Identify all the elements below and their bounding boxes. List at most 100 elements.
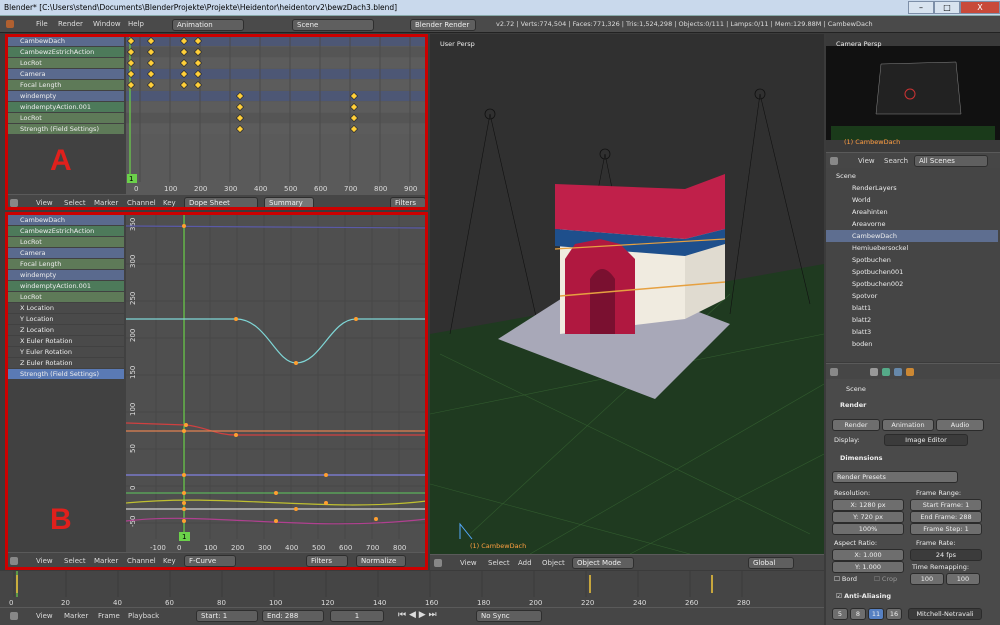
- playback-controls[interactable]: ⏮ ◀ ▶ ⏭: [398, 610, 437, 620]
- render-button[interactable]: Render: [832, 419, 880, 431]
- outliner-item[interactable]: boden: [826, 338, 998, 350]
- render-presets-select[interactable]: Render Presets: [832, 471, 958, 483]
- outliner-item[interactable]: Spotbuchen002: [826, 278, 998, 290]
- aspect-x-field[interactable]: X: 1.000: [832, 549, 904, 561]
- menu-file[interactable]: File: [36, 20, 48, 28]
- menu-frame[interactable]: Frame: [98, 612, 120, 620]
- timeline-tick-label: 200: [529, 599, 542, 607]
- anti-aliasing-section[interactable]: ☑ Anti-Aliasing: [836, 592, 891, 600]
- end-frame-field[interactable]: End: 288: [262, 610, 324, 622]
- world-tab-icon[interactable]: [894, 368, 902, 376]
- animation-button[interactable]: Animation: [882, 419, 934, 431]
- window-title: Blender* [C:\Users\stend\Documents\Blend…: [4, 3, 398, 12]
- aa-samples-16[interactable]: 16: [886, 608, 902, 620]
- outliner-item[interactable]: Scene: [826, 170, 998, 182]
- outliner-item[interactable]: Spotvor: [826, 290, 998, 302]
- maximize-icon: □: [943, 3, 951, 12]
- menu-object[interactable]: Object: [542, 559, 565, 567]
- menu-add[interactable]: Add: [518, 559, 532, 567]
- menu-playback[interactable]: Playback: [128, 612, 159, 620]
- outliner-item[interactable]: Hemiuebersockel: [826, 242, 998, 254]
- outliner-item[interactable]: CambewDach: [826, 230, 998, 242]
- border-checkbox[interactable]: ☐ Bord: [834, 575, 857, 583]
- timeline-tick-label: 220: [581, 599, 594, 607]
- frame-step-field[interactable]: Frame Step: 1: [910, 523, 982, 535]
- outliner-item[interactable]: blatt1: [826, 302, 998, 314]
- outliner-item[interactable]: blatt3: [826, 326, 998, 338]
- minimize-button[interactable]: –: [908, 1, 934, 14]
- menu-render[interactable]: Render: [58, 20, 83, 28]
- orientation-select[interactable]: Global: [748, 557, 794, 569]
- crop-checkbox[interactable]: ☐ Crop: [874, 575, 897, 583]
- render-engine-select[interactable]: Blender Render: [410, 19, 476, 31]
- close-button[interactable]: X: [960, 1, 1000, 14]
- editor-type-icon[interactable]: [434, 559, 442, 567]
- outliner-view-menu[interactable]: View: [858, 157, 875, 165]
- outliner-item[interactable]: Spotbuchen: [826, 254, 998, 266]
- status-stats: v2.72 | Verts:774,504 | Faces:771,326 | …: [496, 20, 873, 28]
- dimensions-section-title[interactable]: Dimensions: [840, 454, 883, 462]
- outliner-item[interactable]: RenderLayers: [826, 182, 998, 194]
- timeline-area[interactable]: 0 20 40 60 80 100 120 140 160 180 200 220 240 260 280: [0, 571, 824, 607]
- timeline-tick-label: 60: [165, 599, 174, 607]
- menu-help[interactable]: Help: [128, 20, 144, 28]
- close-icon: X: [977, 3, 983, 12]
- editor-type-icon[interactable]: [830, 157, 838, 165]
- end-frame-field[interactable]: End Frame: 288: [910, 511, 982, 523]
- start-frame-field[interactable]: Start Frame: 1: [910, 499, 982, 511]
- time-remap-new-field[interactable]: 100: [946, 573, 980, 585]
- current-frame-field[interactable]: 1: [330, 610, 384, 622]
- menu-select[interactable]: Select: [488, 559, 510, 567]
- aa-samples-11[interactable]: 11: [868, 608, 884, 620]
- layout-select[interactable]: Animation: [172, 19, 244, 31]
- menu-view[interactable]: View: [460, 559, 477, 567]
- outliner-item[interactable]: Areahinten: [826, 206, 998, 218]
- outliner-search-menu[interactable]: Search: [884, 157, 908, 165]
- display-select[interactable]: Image Editor: [884, 434, 968, 446]
- info-header: File Render Window Help Animation Scene …: [0, 16, 1000, 33]
- timeline-tick-label: 120: [321, 599, 334, 607]
- maximize-button[interactable]: □: [934, 1, 960, 14]
- minimize-icon: –: [919, 3, 923, 12]
- highlight-frame-b: [5, 212, 428, 570]
- timeline-header: View Marker Frame Playback Start: 1 End:…: [0, 607, 824, 625]
- aspect-y-field[interactable]: Y: 1.000: [832, 561, 904, 573]
- aa-filter-select[interactable]: Mitchell-Netravali: [908, 608, 982, 620]
- viewport-scene: [430, 34, 824, 554]
- menu-window[interactable]: Window: [93, 20, 121, 28]
- frame-range-label: Frame Range:: [916, 489, 962, 497]
- outliner-item[interactable]: World: [826, 194, 998, 206]
- resolution-y-field[interactable]: Y: 720 px: [832, 511, 904, 523]
- start-frame-field[interactable]: Start: 1: [196, 610, 258, 622]
- resolution-x-field[interactable]: X: 1280 px: [832, 499, 904, 511]
- outliner-item[interactable]: Areavorne: [826, 218, 998, 230]
- scene-select[interactable]: Scene: [292, 19, 374, 31]
- frame-rate-select[interactable]: 24 fps: [910, 549, 982, 561]
- 3d-viewport[interactable]: User Persp (1) CambewDach: [430, 34, 824, 554]
- outliner-item[interactable]: blatt2: [826, 314, 998, 326]
- mode-select[interactable]: Object Mode: [572, 557, 634, 569]
- editor-type-icon[interactable]: [830, 368, 838, 376]
- editor-type-icon[interactable]: [6, 20, 14, 28]
- render-tab-icon[interactable]: [870, 368, 878, 376]
- menu-marker[interactable]: Marker: [64, 612, 88, 620]
- outliner-filter-select[interactable]: All Scenes: [914, 155, 988, 167]
- scene-tab-icon[interactable]: [882, 368, 890, 376]
- audio-button[interactable]: Audio: [936, 419, 984, 431]
- outliner: View Search All Scenes Scene RenderLayers…: [826, 152, 1000, 362]
- camera-view[interactable]: Camera Persp (1) CambewDach: [826, 34, 1000, 150]
- time-remap-old-field[interactable]: 100: [910, 573, 944, 585]
- editor-type-icon[interactable]: [10, 612, 18, 620]
- sync-select[interactable]: No Sync: [476, 610, 542, 622]
- resolution-percent-field[interactable]: 100%: [832, 523, 904, 535]
- properties-editor: Scene Render Render Animation Audio Disp…: [826, 363, 1000, 625]
- render-section-title[interactable]: Render: [840, 401, 866, 409]
- aa-samples-8[interactable]: 8: [850, 608, 866, 620]
- viewport-object-label: (1) CambewDach: [470, 542, 527, 550]
- timeline-svg: 0 20 40 60 80 100 120 140 160 180 200 220 240 260 280: [9, 571, 750, 607]
- aa-samples-5[interactable]: 5: [832, 608, 848, 620]
- object-tab-icon[interactable]: [906, 368, 914, 376]
- timeline-tick-label: 280: [737, 599, 750, 607]
- menu-view[interactable]: View: [36, 612, 53, 620]
- outliner-item[interactable]: Spotbuchen001: [826, 266, 998, 278]
